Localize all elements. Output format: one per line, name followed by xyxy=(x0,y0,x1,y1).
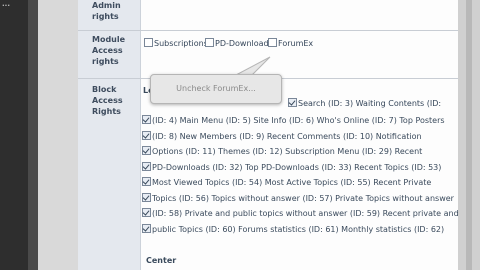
sidebar-text: ... xyxy=(2,0,10,8)
checkbox[interactable] xyxy=(144,38,153,47)
block-line[interactable]: (ID: 4) Main Menu (ID: 5) Site Info (ID:… xyxy=(142,113,454,129)
module-option-forumex[interactable]: ForumEx xyxy=(268,38,313,48)
checkbox[interactable] xyxy=(288,98,297,107)
checkbox[interactable] xyxy=(142,146,151,155)
block-access-label: Block Access Rights xyxy=(92,85,123,116)
block-line[interactable]: Most Viewed Topics (ID: 54) Most Active … xyxy=(142,175,454,191)
scrollbar-track[interactable] xyxy=(466,0,472,270)
checkbox[interactable] xyxy=(142,161,151,171)
checkbox[interactable] xyxy=(142,115,151,124)
module-access-label: Module Access rights xyxy=(92,35,126,66)
block-line[interactable]: Topics (ID: 56) Topics without answer (I… xyxy=(142,191,454,207)
checkbox[interactable] xyxy=(268,38,277,47)
module-option-subscriptions[interactable]: Subscriptions xyxy=(144,38,208,48)
checkbox[interactable] xyxy=(205,38,214,47)
left-dark-strip xyxy=(0,0,28,270)
checkbox[interactable] xyxy=(142,130,151,140)
center-heading: Center xyxy=(146,256,177,265)
block-line[interactable]: (ID: 58) Private and public topics witho… xyxy=(142,206,459,222)
left-shade-strip xyxy=(28,0,38,270)
block-line[interactable]: Options (ID: 11) Themes (ID: 12) Subscri… xyxy=(142,144,454,160)
checkbox[interactable] xyxy=(142,223,151,233)
block-list: (ID: 4) Main Menu (ID: 5) Site Info (ID:… xyxy=(142,113,459,238)
row-separator xyxy=(78,30,458,31)
block-line[interactable]: PD-Downloads (ID: 32) Top PD-Downloads (… xyxy=(142,160,454,176)
block-line[interactable]: (ID: 8) New Members (ID: 9) Recent Comme… xyxy=(142,129,454,145)
block-line[interactable]: public Topics (ID: 60) Forums statistics… xyxy=(142,222,454,238)
annotation-tooltip: Uncheck ForumEx... xyxy=(150,74,282,104)
admin-rights-label: Admin rights xyxy=(92,1,121,21)
checkbox[interactable] xyxy=(142,208,151,217)
checkbox[interactable] xyxy=(142,177,151,186)
checkbox[interactable] xyxy=(142,192,151,202)
module-option-pd-downloads[interactable]: PD-Downloads xyxy=(205,38,273,48)
block-first-line[interactable]: Search (ID: 3) Waiting Contents (ID: xyxy=(288,98,441,108)
